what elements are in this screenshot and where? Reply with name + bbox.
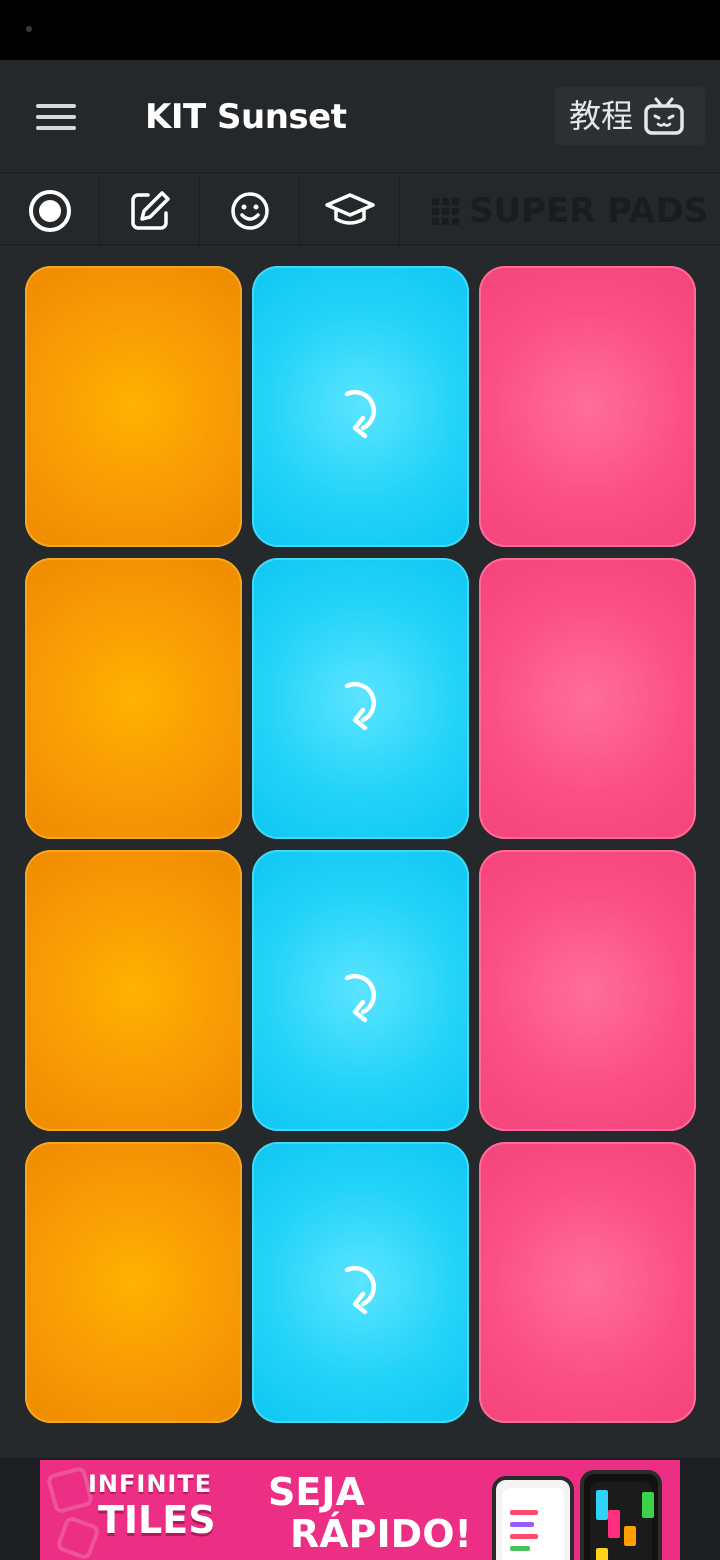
record-button[interactable] [0, 176, 100, 246]
ad-game-title-line1: INFINITE [88, 1470, 213, 1498]
learn-button[interactable] [300, 176, 400, 246]
loop-arrow-icon [344, 973, 376, 1022]
pad-pink-2[interactable] [479, 558, 696, 839]
ad-cta-line2: RÁPIDO! [290, 1512, 472, 1556]
pad-grid [0, 248, 720, 1458]
hamburger-icon-bar [36, 104, 76, 108]
ad-cta-line1: SEJA [268, 1470, 365, 1514]
hamburger-icon-bar [36, 126, 76, 130]
ad-phone-image [580, 1470, 662, 1560]
pad-orange-4[interactable] [25, 1142, 242, 1423]
toolbar: SUPER PADS [0, 176, 720, 246]
loop-arrow-icon [344, 681, 376, 730]
pad-cyan-4[interactable] [252, 1142, 469, 1423]
pad-cyan-1[interactable] [252, 266, 469, 547]
hamburger-icon-bar [36, 115, 76, 119]
status-bar [0, 0, 720, 60]
graduation-cap-icon [324, 193, 375, 225]
pencil-edit-icon [130, 191, 170, 230]
record-icon [28, 190, 71, 232]
pad-orange-2[interactable] [25, 558, 242, 839]
tutorial-label: 教程 [569, 97, 634, 135]
ad-game-title-line2: TILES [98, 1498, 216, 1542]
super-pads-label: SUPER PADS [469, 191, 709, 231]
kit-title: KIT Sunset [145, 97, 347, 137]
emoji-button[interactable] [200, 176, 300, 246]
smiley-icon [230, 192, 269, 230]
pad-orange-1[interactable] [25, 266, 242, 547]
pad-pink-1[interactable] [479, 266, 696, 547]
pad-pink-3[interactable] [479, 850, 696, 1131]
ad-deco-shape [54, 1514, 102, 1560]
ad-phone-image [492, 1476, 574, 1560]
menu-button[interactable] [28, 92, 84, 142]
app-header: KIT Sunset 教程 [0, 60, 720, 174]
grid-icon [432, 197, 459, 225]
pad-orange-3[interactable] [25, 850, 242, 1131]
loop-arrow-icon [344, 389, 376, 438]
loop-arrow-icon [344, 1265, 376, 1314]
pad-cyan-3[interactable] [252, 850, 469, 1131]
pad-cyan-2[interactable] [252, 558, 469, 839]
edit-button[interactable] [100, 176, 200, 246]
tv-icon [644, 97, 684, 135]
pad-pink-4[interactable] [479, 1142, 696, 1423]
super-pads-brand: SUPER PADS [400, 176, 720, 246]
ad-banner[interactable]: INFINITE TILES SEJA RÁPIDO! [40, 1460, 680, 1560]
status-dot-icon [26, 26, 32, 32]
tutorial-button[interactable]: 教程 [555, 87, 705, 145]
